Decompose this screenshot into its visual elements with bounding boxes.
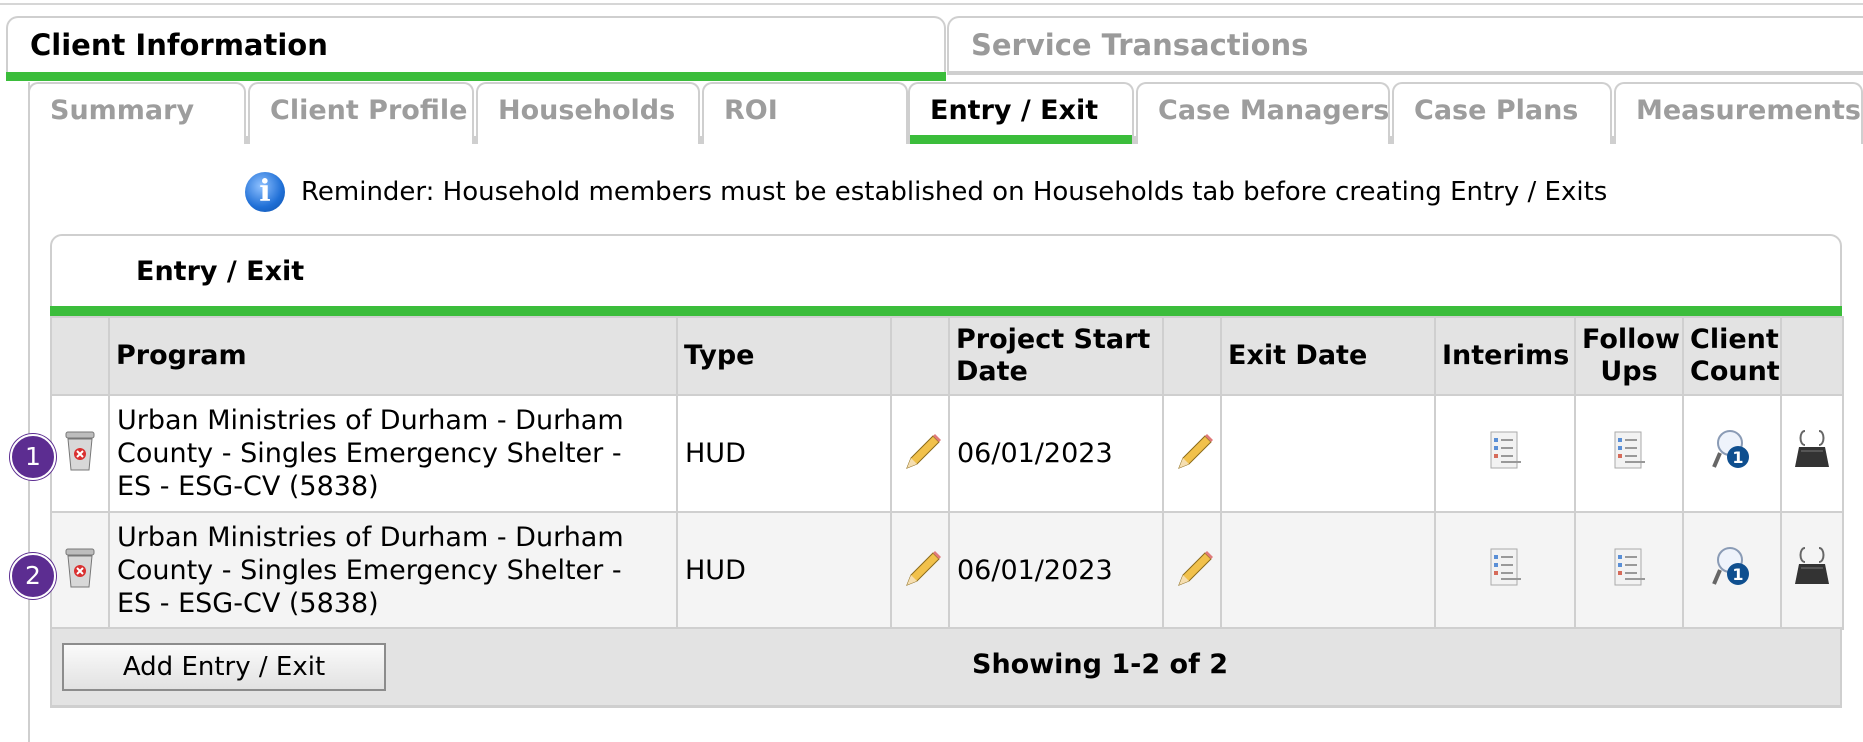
tab-entry-exit[interactable]: Entry / Exit <box>908 82 1134 144</box>
header-edit-start <box>890 316 950 396</box>
info-icon: i <box>245 172 285 212</box>
program-line3: ES - ESG-CV (5838) <box>117 471 379 502</box>
tab-summary[interactable]: Summary <box>28 82 246 144</box>
tab-client-information[interactable]: Client Information <box>6 16 946 81</box>
binder-clip-icon[interactable] <box>1793 427 1831 473</box>
magnifier-count-icon[interactable]: 1 <box>1710 544 1754 590</box>
interims-cell <box>1434 394 1576 513</box>
header-start-line1: Project Start <box>956 324 1151 355</box>
attachments-cell <box>1780 394 1844 513</box>
delete-cell <box>50 511 110 630</box>
binder-clip-icon[interactable] <box>1793 544 1831 590</box>
add-entry-exit-button[interactable]: Add Entry / Exit <box>62 643 386 691</box>
program-cell[interactable]: Urban Ministries of Durham - Durham Count… <box>108 511 678 630</box>
header-delete <box>50 316 110 396</box>
header-project-start-date[interactable]: Project Start Date <box>948 316 1164 396</box>
program-line2: County - Singles Emergency Shelter - <box>117 438 622 469</box>
attachments-cell <box>1780 511 1844 630</box>
table-row: Urban Ministries of Durham - Durham Count… <box>50 511 1844 630</box>
exit-date-cell <box>1220 394 1436 513</box>
program-cell[interactable]: Urban Ministries of Durham - Durham Count… <box>108 394 678 513</box>
edit-exit-cell <box>1162 394 1222 513</box>
header-start-line2: Date <box>956 356 1028 387</box>
reminder-message: i Reminder: Household members must be es… <box>245 170 1607 214</box>
header-follow-ups: Follow Ups <box>1574 316 1684 396</box>
pencil-edit-icon[interactable] <box>1171 545 1215 589</box>
trash-delete-icon[interactable] <box>63 545 97 589</box>
tab-roi[interactable]: ROI <box>702 82 908 144</box>
type-cell: HUD <box>676 394 892 513</box>
checklist-icon[interactable] <box>1485 428 1525 472</box>
program-line1: Urban Ministries of Durham - Durham <box>117 522 624 553</box>
program-line3: ES - ESG-CV (5838) <box>117 588 379 619</box>
client-count-cell: 1 <box>1682 394 1782 513</box>
panel-title: Entry / Exit <box>136 256 305 287</box>
header-count-line2: Count <box>1690 356 1780 387</box>
header-client-count: Client Count <box>1682 316 1782 396</box>
checklist-icon[interactable] <box>1485 545 1525 589</box>
trash-delete-icon[interactable] <box>63 428 97 472</box>
table-row: Urban Ministries of Durham - Durham Count… <box>50 394 1844 513</box>
tab-measurements[interactable]: Measurements <box>1614 82 1863 144</box>
program-line2: County - Singles Emergency Shelter - <box>117 555 622 586</box>
tab-service-transactions[interactable]: Service Transactions <box>947 16 1863 75</box>
edit-start-cell <box>890 511 950 630</box>
header-program[interactable]: Program <box>108 316 678 396</box>
tab-client-profile[interactable]: Client Profile <box>248 82 474 144</box>
tab-households[interactable]: Households <box>476 82 700 144</box>
edit-exit-cell <box>1162 511 1222 630</box>
table-header-row: Program Type Project Start Date Exit Date… <box>50 316 1844 396</box>
pencil-edit-icon[interactable] <box>899 545 943 589</box>
header-count-line1: Client <box>1690 324 1779 355</box>
client-count-cell: 1 <box>1682 511 1782 630</box>
type-cell: HUD <box>676 511 892 630</box>
follow-ups-cell <box>1574 394 1684 513</box>
follow-ups-cell <box>1574 511 1684 630</box>
header-attachments <box>1780 316 1844 396</box>
svg-text:1: 1 <box>1732 448 1743 467</box>
pagination-status: Showing 1-2 of 2 <box>972 649 1229 680</box>
header-edit-exit <box>1162 316 1222 396</box>
checklist-icon[interactable] <box>1609 428 1649 472</box>
edit-start-cell <box>890 394 950 513</box>
header-exit-date[interactable]: Exit Date <box>1220 316 1436 396</box>
header-followups-line1: Follow <box>1582 324 1680 355</box>
header-interims: Interims <box>1434 316 1576 396</box>
row-badge: 1 <box>10 434 56 480</box>
project-start-date-cell: 06/01/2023 <box>948 511 1164 630</box>
pencil-edit-icon[interactable] <box>1171 428 1215 472</box>
interims-cell <box>1434 511 1576 630</box>
row-badge: 2 <box>10 553 56 599</box>
header-followups-line2: Ups <box>1600 356 1658 387</box>
svg-text:1: 1 <box>1732 565 1743 584</box>
program-line1: Urban Ministries of Durham - Durham <box>117 405 624 436</box>
panel-title-bar <box>50 306 1842 316</box>
delete-cell <box>50 394 110 513</box>
pencil-edit-icon[interactable] <box>899 428 943 472</box>
entry-exit-table: Program Type Project Start Date Exit Date… <box>50 316 1844 630</box>
reminder-text: Reminder: Household members must be esta… <box>301 177 1608 207</box>
tab-case-managers[interactable]: Case Managers <box>1136 82 1390 144</box>
magnifier-count-icon[interactable]: 1 <box>1710 427 1754 473</box>
project-start-date-cell: 06/01/2023 <box>948 394 1164 513</box>
header-type[interactable]: Type <box>676 316 892 396</box>
exit-date-cell <box>1220 511 1436 630</box>
checklist-icon[interactable] <box>1609 545 1649 589</box>
tab-case-plans[interactable]: Case Plans <box>1392 82 1612 144</box>
top-divider <box>0 0 1863 5</box>
